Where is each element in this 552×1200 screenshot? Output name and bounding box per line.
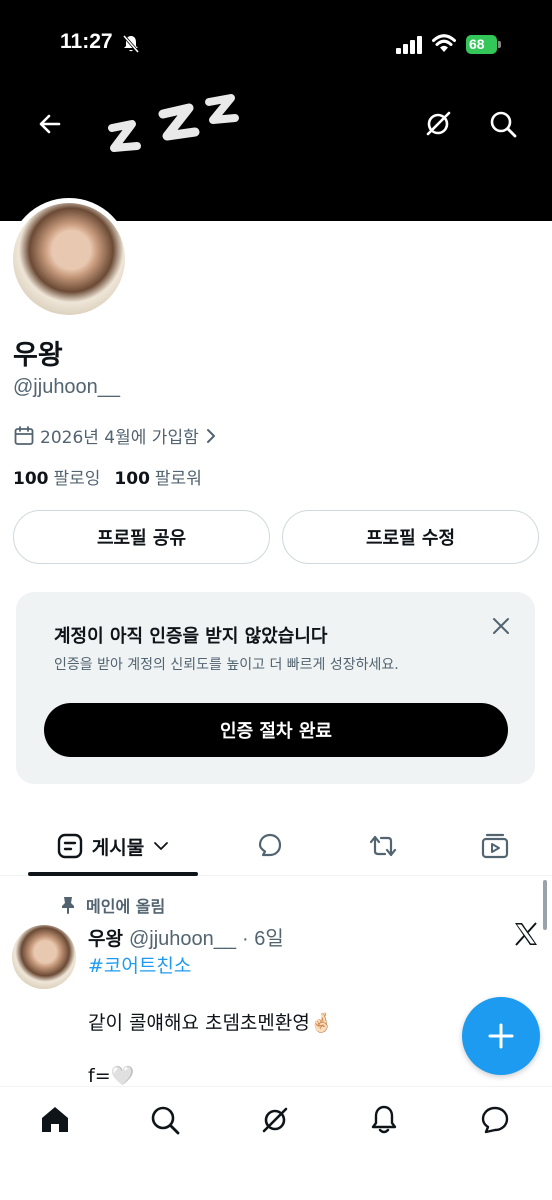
signal-icon <box>396 36 422 54</box>
search-icon[interactable] <box>485 106 521 142</box>
posts-icon <box>57 833 82 859</box>
joined-label: 2026년 4월에 가입함 <box>40 428 199 448</box>
x-logo-icon <box>515 922 537 946</box>
pinned-label: 메인에 올림 <box>86 897 166 916</box>
post-author-name[interactable]: 우왕 <box>88 924 123 951</box>
post-author-handle: @jjuhoon__ <box>128 928 237 950</box>
post-signature: f=🤍 <box>88 1065 135 1087</box>
zzz-icon <box>108 94 239 152</box>
post-header: 우왕 @jjuhoon__ · 6일 <box>88 922 284 951</box>
edit-profile-button[interactable]: 프로필 수정 <box>282 510 539 564</box>
battery-indicator: 68 <box>466 35 502 54</box>
chevron-right-icon <box>206 428 215 443</box>
tab-replies[interactable] <box>250 818 290 874</box>
bell-off-icon <box>122 35 140 53</box>
status-time: 11:27 <box>60 30 113 53</box>
tab-media[interactable] <box>475 818 515 874</box>
follow-stats: 100 팔로잉 100 팔로워 <box>13 464 202 489</box>
chat-icon[interactable] <box>478 1103 512 1137</box>
calendar-icon <box>14 425 34 445</box>
bell-icon[interactable] <box>367 1103 401 1137</box>
pinned-indicator: 메인에 올림 <box>60 893 165 917</box>
plus-icon <box>488 1023 514 1049</box>
tab-posts-label: 게시물 <box>91 836 145 859</box>
tab-reposts[interactable] <box>363 818 403 874</box>
followers-link[interactable]: 100 팔로워 <box>114 464 201 489</box>
followers-label: 팔로워 <box>154 469 202 489</box>
verification-card: 계정이 아직 인증을 받지 않았습니다 인증을 받아 계정의 신뢰도를 높이고 … <box>16 592 535 784</box>
wifi-icon <box>432 34 456 52</box>
repost-icon <box>369 835 397 857</box>
profile-avatar[interactable] <box>8 198 130 320</box>
followers-count: 100 <box>114 469 150 489</box>
complete-verification-button[interactable]: 인증 절차 완료 <box>44 703 508 757</box>
profile-tabs: 게시물 <box>0 818 552 876</box>
verify-title: 계정이 아직 인증을 받지 않았습니다 <box>54 626 328 647</box>
profile-name: 우왕 <box>13 340 63 371</box>
home-icon[interactable] <box>38 1103 72 1137</box>
chevron-down-icon <box>154 842 169 850</box>
share-profile-button[interactable]: 프로필 공유 <box>13 510 270 564</box>
post-avatar[interactable] <box>12 925 76 989</box>
following-link[interactable]: 100 팔로잉 <box>13 464 100 489</box>
post-time: · 6일 <box>242 928 284 950</box>
profile-banner: 11:27 68 <box>0 0 552 221</box>
tab-posts[interactable]: 게시물 <box>28 818 198 874</box>
profile-handle: @jjuhoon__ <box>13 376 121 398</box>
close-icon[interactable] <box>489 614 513 638</box>
following-count: 100 <box>13 469 49 489</box>
joined-date[interactable]: 2026년 4월에 가입함 <box>13 423 218 448</box>
back-arrow-icon[interactable] <box>32 106 68 142</box>
battery-level: 68 <box>466 35 497 54</box>
grok-icon[interactable] <box>420 106 456 142</box>
search-icon[interactable] <box>148 1103 182 1137</box>
post-body: 같이 콜얘해요 초뎀초멘환영🤞🏻 <box>88 1012 334 1034</box>
post-hashtag[interactable]: #코어트친소 <box>88 951 191 978</box>
media-icon <box>481 833 509 859</box>
grok-icon[interactable] <box>258 1103 292 1137</box>
compose-button[interactable] <box>462 997 540 1075</box>
verify-subtitle: 인증을 받아 계정의 신뢰도를 높이고 더 빠르게 성장하세요. <box>54 657 399 673</box>
tab-active-indicator <box>28 872 198 876</box>
reply-icon <box>258 833 282 857</box>
bottom-navigation <box>0 1086 552 1200</box>
following-label: 팔로잉 <box>53 469 101 489</box>
pin-icon <box>62 897 74 914</box>
scrollbar[interactable] <box>543 880 547 930</box>
avatar-image <box>13 203 125 315</box>
